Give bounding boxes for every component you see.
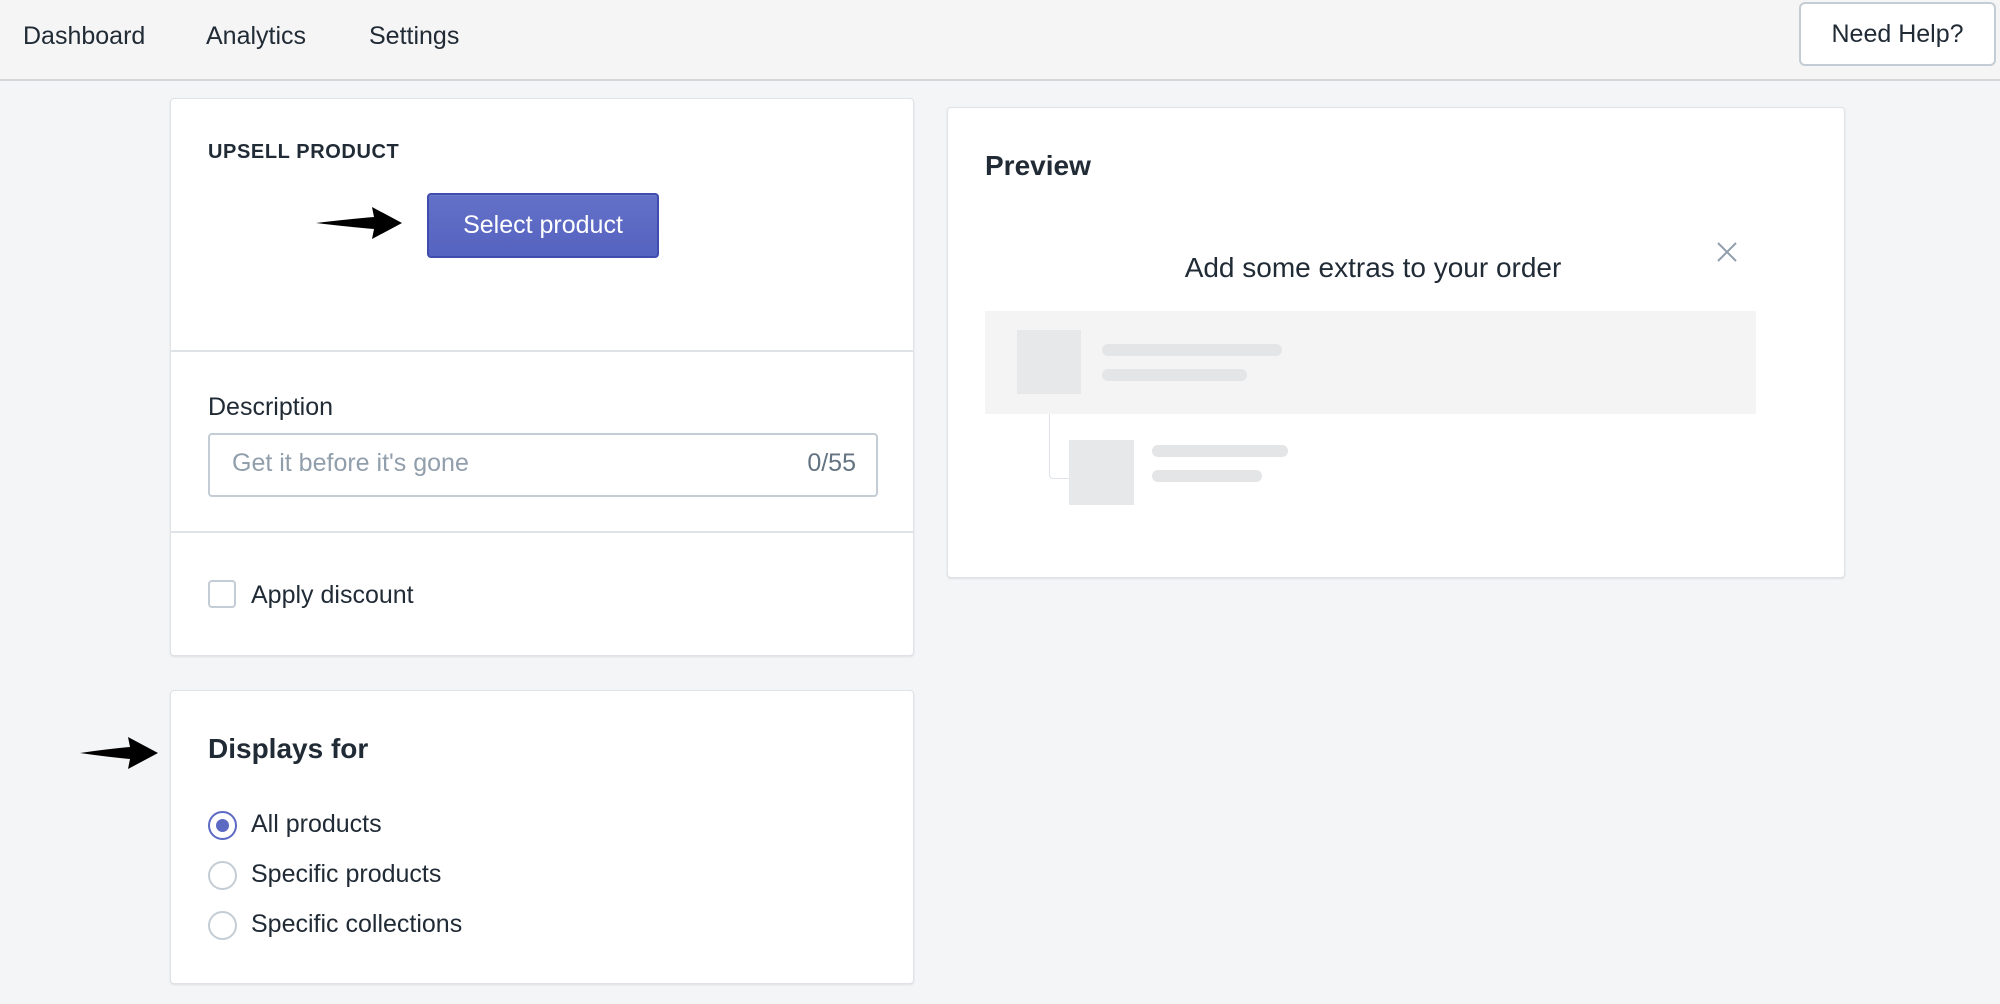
radio-specific-collections[interactable] bbox=[208, 911, 237, 940]
nav-analytics[interactable]: Analytics bbox=[206, 20, 306, 52]
skeleton-line bbox=[1152, 470, 1262, 482]
skeleton-line bbox=[1102, 344, 1282, 356]
tree-connector bbox=[1049, 414, 1069, 479]
preview-card: Preview Add some extras to your order bbox=[947, 107, 1845, 578]
preview-product-thumbnail bbox=[1017, 330, 1081, 394]
upsell-card: UPSELL PRODUCT Select product Descriptio… bbox=[170, 98, 914, 656]
option-label-all-products[interactable]: All products bbox=[251, 810, 382, 839]
apply-discount-label[interactable]: Apply discount bbox=[251, 581, 414, 610]
nav-settings[interactable]: Settings bbox=[369, 20, 459, 52]
description-label: Description bbox=[208, 393, 334, 421]
preview-variant-thumbnail bbox=[1069, 440, 1134, 505]
top-nav: Dashboard Analytics Settings Need Help? bbox=[0, 0, 2000, 81]
preview-heading: Preview bbox=[985, 150, 1091, 181]
arrow-right-icon bbox=[316, 207, 402, 239]
arrow-right-icon bbox=[80, 737, 158, 769]
radio-all-products[interactable] bbox=[208, 811, 237, 840]
nav-dashboard[interactable]: Dashboard bbox=[23, 20, 145, 52]
option-label-specific-products[interactable]: Specific products bbox=[251, 860, 441, 889]
option-label-specific-collections[interactable]: Specific collections bbox=[251, 910, 462, 939]
preview-banner-text: Add some extras to your order bbox=[1184, 252, 1562, 283]
character-counter: 0/55 bbox=[807, 449, 856, 477]
radio-specific-products[interactable] bbox=[208, 861, 237, 890]
skeleton-line bbox=[1152, 445, 1288, 457]
skeleton-line bbox=[1102, 369, 1247, 381]
description-input[interactable]: Get it before it's gone 0/55 bbox=[208, 433, 878, 497]
apply-discount-checkbox[interactable] bbox=[208, 580, 236, 608]
preview-product-row bbox=[985, 311, 1756, 414]
close-icon[interactable] bbox=[1716, 241, 1738, 263]
divider bbox=[171, 531, 913, 533]
displays-for-card: Displays for All products Specific produ… bbox=[170, 690, 914, 984]
description-placeholder: Get it before it's gone bbox=[232, 449, 469, 477]
need-help-button[interactable]: Need Help? bbox=[1799, 2, 1996, 66]
select-product-button[interactable]: Select product bbox=[427, 193, 659, 258]
divider bbox=[171, 350, 913, 352]
displays-for-heading: Displays for bbox=[208, 733, 369, 764]
upsell-heading: UPSELL PRODUCT bbox=[208, 141, 400, 163]
